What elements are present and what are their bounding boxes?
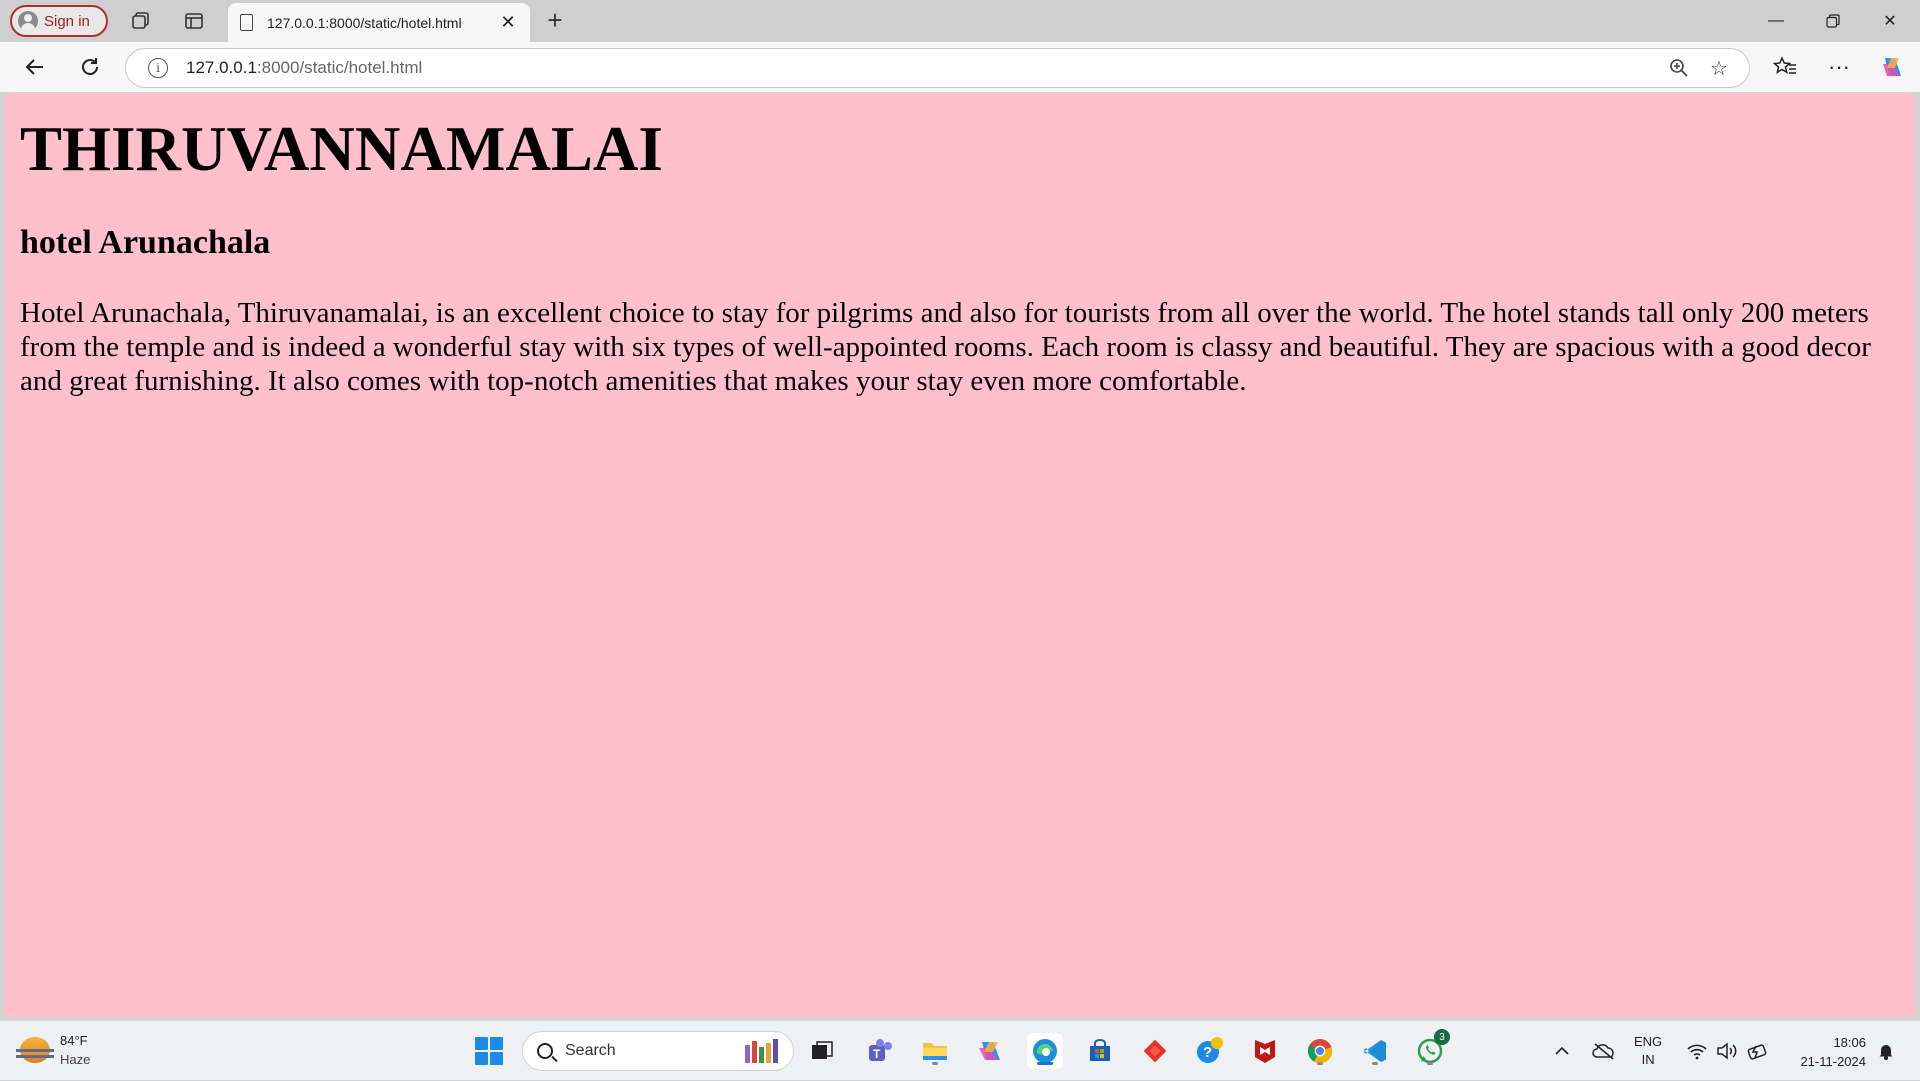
weather-temperature: 84°F — [60, 1033, 88, 1048]
teams-app-icon[interactable]: T — [862, 1033, 898, 1069]
active-indicator — [1037, 1062, 1053, 1065]
system-clock[interactable]: 18:06 21-11-2024 — [1786, 1033, 1866, 1071]
microsoft-store-icon[interactable] — [1082, 1033, 1118, 1069]
tab-actions-icon[interactable] — [182, 9, 206, 33]
favorites-icon[interactable] — [1770, 52, 1800, 82]
back-button[interactable] — [20, 52, 50, 82]
tab-hotel[interactable]: 127.0.0.1:8000/static/hotel.html ✕ — [228, 3, 530, 42]
notification-bell-icon[interactable] — [1874, 1021, 1898, 1081]
help-tips-icon[interactable]: ? — [1192, 1033, 1228, 1069]
show-hidden-icons-chevron[interactable] — [1550, 1021, 1574, 1081]
windows-logo-icon — [475, 1037, 503, 1065]
onedrive-offline-icon[interactable] — [1590, 1021, 1618, 1081]
restore-button[interactable] — [1805, 0, 1861, 42]
weather-condition: Haze — [60, 1052, 91, 1067]
tab-close-icon[interactable]: ✕ — [494, 12, 522, 33]
favorite-star-icon[interactable]: ☆ — [1699, 48, 1739, 88]
anydesk-icon[interactable] — [1137, 1033, 1173, 1069]
start-button[interactable] — [471, 1033, 507, 1069]
url-host: 127.0.0.1 — [186, 58, 257, 77]
task-view-button[interactable] — [804, 1033, 840, 1069]
search-icon — [537, 1043, 553, 1059]
minimize-button[interactable]: — — [1748, 0, 1804, 42]
wifi-icon[interactable] — [1684, 1021, 1710, 1081]
tab-title: 127.0.0.1:8000/static/hotel.html — [267, 14, 462, 31]
taskbar-search[interactable]: Search — [522, 1031, 794, 1071]
running-indicator — [1317, 1062, 1323, 1065]
settings-more-icon[interactable]: ··· — [1824, 52, 1854, 82]
mcafee-icon[interactable] — [1247, 1033, 1283, 1069]
page-document-icon — [240, 14, 253, 31]
running-indicator — [1427, 1062, 1433, 1065]
page-heading: THIRUVANNAMALAI — [20, 114, 663, 184]
search-highlight-books-icon — [745, 1039, 785, 1063]
url-text[interactable]: 127.0.0.1:8000/static/hotel.html — [186, 58, 1659, 78]
workspaces-icon[interactable] — [129, 9, 153, 33]
language-code: ENG — [1634, 1034, 1663, 1049]
refresh-button[interactable] — [75, 52, 105, 82]
whatsapp-icon[interactable]: 3 — [1412, 1029, 1450, 1069]
edge-browser-icon[interactable] — [1027, 1033, 1063, 1069]
profile-avatar-icon — [18, 11, 38, 31]
haze-weather-icon — [16, 1037, 54, 1063]
clock-time: 18:06 — [1833, 1035, 1866, 1050]
hotel-name-heading: hotel Arunachala — [20, 224, 271, 262]
volume-icon[interactable] — [1714, 1021, 1740, 1081]
close-window-button[interactable]: ✕ — [1862, 0, 1918, 42]
running-indicator — [1372, 1062, 1378, 1065]
weather-widget[interactable]: 84°F Haze — [16, 1031, 91, 1069]
address-toolbar: i 127.0.0.1:8000/static/hotel.html ☆ ··· — [0, 42, 1920, 92]
region-code: IN — [1641, 1052, 1655, 1067]
zoom-icon[interactable] — [1659, 48, 1699, 88]
svg-text:T: T — [873, 1047, 881, 1061]
sign-in-button[interactable]: Sign in — [10, 5, 108, 37]
copilot-app-icon[interactable] — [972, 1033, 1008, 1069]
copilot-icon[interactable] — [1877, 52, 1907, 82]
hotel-description: Hotel Arunachala, Thiruvanamalai, is an … — [20, 297, 1871, 398]
vscode-icon[interactable] — [1357, 1033, 1393, 1069]
address-bar[interactable]: i 127.0.0.1:8000/static/hotel.html ☆ — [125, 48, 1750, 88]
notification-badge: 3 — [1434, 1029, 1450, 1045]
battery-charging-icon[interactable] — [1744, 1021, 1772, 1081]
page-content: THIRUVANNAMALAI hotel Arunachala Hotel A… — [5, 93, 1915, 1017]
svg-text:?: ? — [1203, 1044, 1212, 1061]
new-tab-button[interactable]: + — [540, 6, 570, 36]
windows-taskbar: 84°F Haze Search T ? 3 ENG IN 18:06 21-1… — [0, 1020, 1920, 1080]
url-path: :8000/static/hotel.html — [256, 58, 423, 77]
clock-date: 21-11-2024 — [1800, 1054, 1866, 1069]
input-language[interactable]: ENG IN — [1634, 1033, 1662, 1069]
site-info-icon[interactable]: i — [148, 58, 168, 78]
search-placeholder: Search — [565, 1042, 616, 1059]
sign-in-label: Sign in — [44, 12, 90, 30]
file-explorer-icon[interactable] — [917, 1033, 953, 1069]
tab-strip: Sign in 127.0.0.1:8000/static/hotel.html… — [0, 0, 1920, 42]
chrome-icon[interactable] — [1302, 1033, 1338, 1069]
running-indicator — [932, 1062, 938, 1065]
